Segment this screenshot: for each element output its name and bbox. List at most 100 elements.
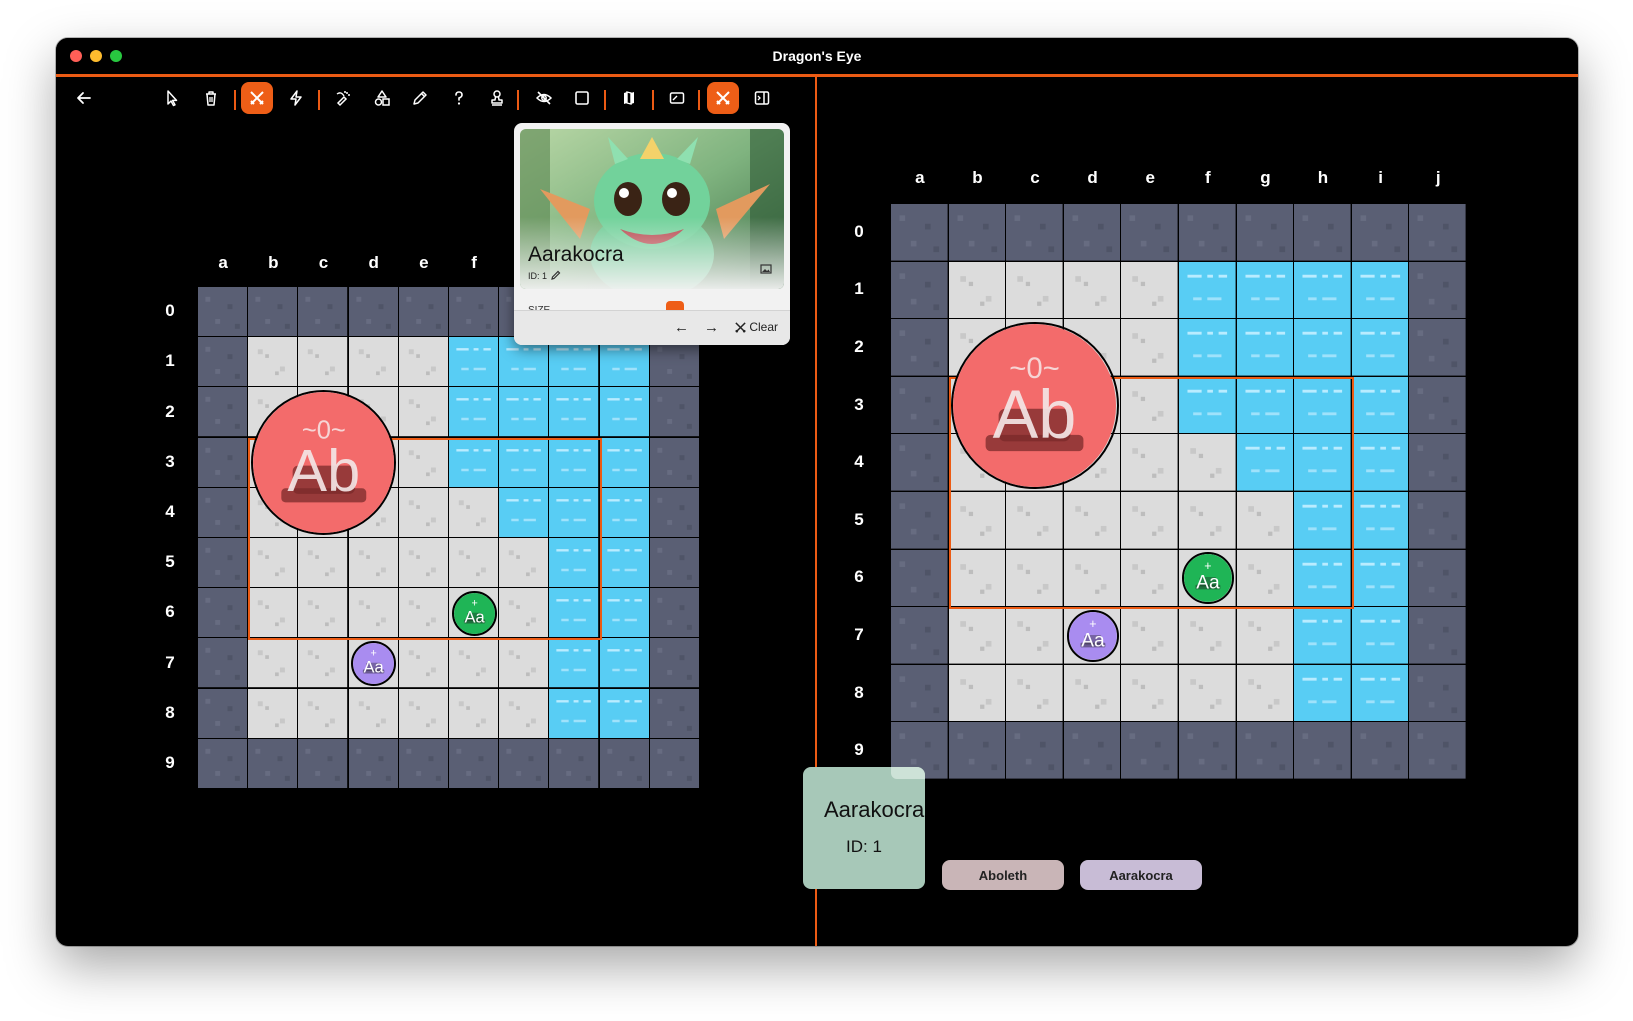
- map-tile-f1-water[interactable]: [1179, 261, 1236, 319]
- map-tile-i4-water[interactable]: [1351, 434, 1409, 491]
- token-aarakocra[interactable]: + Aa: [351, 640, 397, 687]
- map-tile-b8-floor[interactable]: [248, 688, 298, 738]
- map-tile-a3-wall[interactable]: [198, 437, 248, 487]
- map-tile-b0-wall[interactable]: [248, 287, 298, 337]
- map-tile-g8-floor[interactable]: [499, 688, 549, 738]
- map-tile-g7-floor[interactable]: [499, 638, 549, 688]
- map-tile-a2-wall[interactable]: [891, 319, 948, 376]
- edit-pencil-icon[interactable]: [550, 269, 562, 281]
- map-tile-e1-floor[interactable]: [1121, 261, 1178, 319]
- token-aboleth[interactable]: ~0~ Ab: [951, 322, 1119, 490]
- map-tile-j3-wall[interactable]: [1409, 376, 1466, 434]
- map-tile-d8-floor[interactable]: [348, 688, 398, 738]
- map-tile-a1-wall[interactable]: [891, 261, 948, 319]
- shapes-tool-button[interactable]: [366, 82, 398, 114]
- stamp-tool-button[interactable]: [481, 82, 513, 114]
- map-tile-j0-wall[interactable]: [1409, 204, 1466, 261]
- map-tile-j9-wall[interactable]: [1409, 722, 1466, 779]
- map-tile-c9-wall[interactable]: [298, 738, 348, 788]
- map-tile-e7-floor[interactable]: [1121, 607, 1178, 664]
- selected-creature-card[interactable]: Aarakocra ID: 1: [803, 767, 925, 889]
- crossed-swords-tool-button[interactable]: [707, 82, 739, 114]
- map-tile-h8-water[interactable]: [549, 688, 599, 738]
- map-tile-j5-wall[interactable]: [649, 538, 699, 588]
- map-tile-g2-water[interactable]: [1236, 319, 1294, 376]
- map-tile-j8-wall[interactable]: [1409, 664, 1466, 722]
- map-tile-a5-wall[interactable]: [198, 538, 248, 588]
- map-tile-i3-water[interactable]: [1351, 376, 1409, 434]
- map-tile-d0-wall[interactable]: [348, 287, 398, 337]
- map-tile-d9-wall[interactable]: [1063, 722, 1121, 779]
- token-aarakocra-selected[interactable]: + Aa: [1181, 552, 1234, 605]
- map-tile-f8-floor[interactable]: [449, 688, 499, 738]
- map-tile-g8-floor[interactable]: [1236, 664, 1294, 722]
- token-aarakocra[interactable]: + Aa: [1066, 610, 1119, 662]
- map-tile-i1-water[interactable]: [1351, 261, 1409, 319]
- map-tile-a1-wall[interactable]: [198, 337, 248, 387]
- map-tool-button[interactable]: [613, 82, 645, 114]
- map-tile-h2-water[interactable]: [1294, 319, 1351, 376]
- map-tile-b8-floor[interactable]: [948, 664, 1006, 722]
- map-tile-e0-wall[interactable]: [1121, 204, 1178, 261]
- map-tile-e8-floor[interactable]: [1121, 664, 1178, 722]
- map-tile-a7-wall[interactable]: [198, 638, 248, 688]
- sidebar-tool-button[interactable]: [746, 82, 778, 114]
- map-tile-j4-wall[interactable]: [1409, 434, 1466, 491]
- map-tile-d8-floor[interactable]: [1063, 664, 1121, 722]
- map-tile-i5-water[interactable]: [599, 538, 649, 588]
- map-tile-g7-floor[interactable]: [1236, 607, 1294, 664]
- map-tile-j8-wall[interactable]: [649, 688, 699, 738]
- map-tile-a0-wall[interactable]: [891, 204, 948, 261]
- map-tile-c7-floor[interactable]: [298, 638, 348, 688]
- clear-button[interactable]: Clear: [734, 320, 778, 334]
- prev-arrow-icon[interactable]: ←: [674, 319, 689, 336]
- map-tile-a5-wall[interactable]: [891, 492, 948, 549]
- map-tile-e9-wall[interactable]: [398, 738, 448, 788]
- map-tile-g1-water[interactable]: [1236, 261, 1294, 319]
- map-tile-f9-wall[interactable]: [1179, 722, 1236, 779]
- map-tile-a9-wall[interactable]: [198, 738, 248, 788]
- map-tile-c1-floor[interactable]: [298, 337, 348, 387]
- map-tile-i3-water[interactable]: [599, 437, 649, 487]
- token-aboleth[interactable]: ~0~ Ab: [250, 389, 397, 536]
- question-tool-button[interactable]: [443, 82, 475, 114]
- map-tile-h7-water[interactable]: [549, 638, 599, 688]
- map-tile-j9-wall[interactable]: [649, 738, 699, 788]
- map-tile-h9-wall[interactable]: [1294, 722, 1351, 779]
- map-tile-c1-floor[interactable]: [1006, 261, 1063, 319]
- map-tile-a4-wall[interactable]: [891, 434, 948, 491]
- map-tile-c7-floor[interactable]: [1006, 607, 1063, 664]
- map-tile-e7-floor[interactable]: [398, 638, 448, 688]
- map-tile-e2-floor[interactable]: [398, 387, 448, 437]
- map-tile-a0-wall[interactable]: [198, 287, 248, 337]
- crossed-swords-tool-button[interactable]: [241, 82, 273, 114]
- map-tile-j2-wall[interactable]: [1409, 319, 1466, 376]
- map-tile-e1-floor[interactable]: [398, 337, 448, 387]
- map-tile-i8-water[interactable]: [599, 688, 649, 738]
- map-tile-d1-floor[interactable]: [1063, 261, 1121, 319]
- map-tile-d9-wall[interactable]: [348, 738, 398, 788]
- creature-chip-aboleth[interactable]: Aboleth: [942, 860, 1064, 890]
- map-tile-b9-wall[interactable]: [248, 738, 298, 788]
- map-tile-i9-wall[interactable]: [599, 738, 649, 788]
- map-tile-e2-floor[interactable]: [1121, 319, 1178, 376]
- map-tile-b1-floor[interactable]: [948, 261, 1006, 319]
- map-tile-i7-water[interactable]: [1351, 607, 1409, 664]
- map-tile-d1-floor[interactable]: [348, 337, 398, 387]
- screen-tool-button[interactable]: [661, 82, 693, 114]
- map-tile-j5-wall[interactable]: [1409, 492, 1466, 549]
- map-tile-i6-water[interactable]: [1351, 549, 1409, 607]
- map-tile-g0-wall[interactable]: [1236, 204, 1294, 261]
- map-tile-i4-water[interactable]: [599, 487, 649, 537]
- map-tile-f2-water[interactable]: [1179, 319, 1236, 376]
- pencil-tool-button[interactable]: [404, 82, 436, 114]
- map-tile-g2-water[interactable]: [499, 387, 549, 437]
- map-tile-a8-wall[interactable]: [198, 688, 248, 738]
- map-tile-f2-water[interactable]: [449, 387, 499, 437]
- pointer-tool-button[interactable]: [156, 82, 188, 114]
- map-tile-j2-wall[interactable]: [649, 387, 699, 437]
- map-tile-f1-water[interactable]: [449, 337, 499, 387]
- map-tile-i6-water[interactable]: [599, 588, 649, 638]
- map-tile-b7-floor[interactable]: [248, 638, 298, 688]
- map-tile-i9-wall[interactable]: [1351, 722, 1409, 779]
